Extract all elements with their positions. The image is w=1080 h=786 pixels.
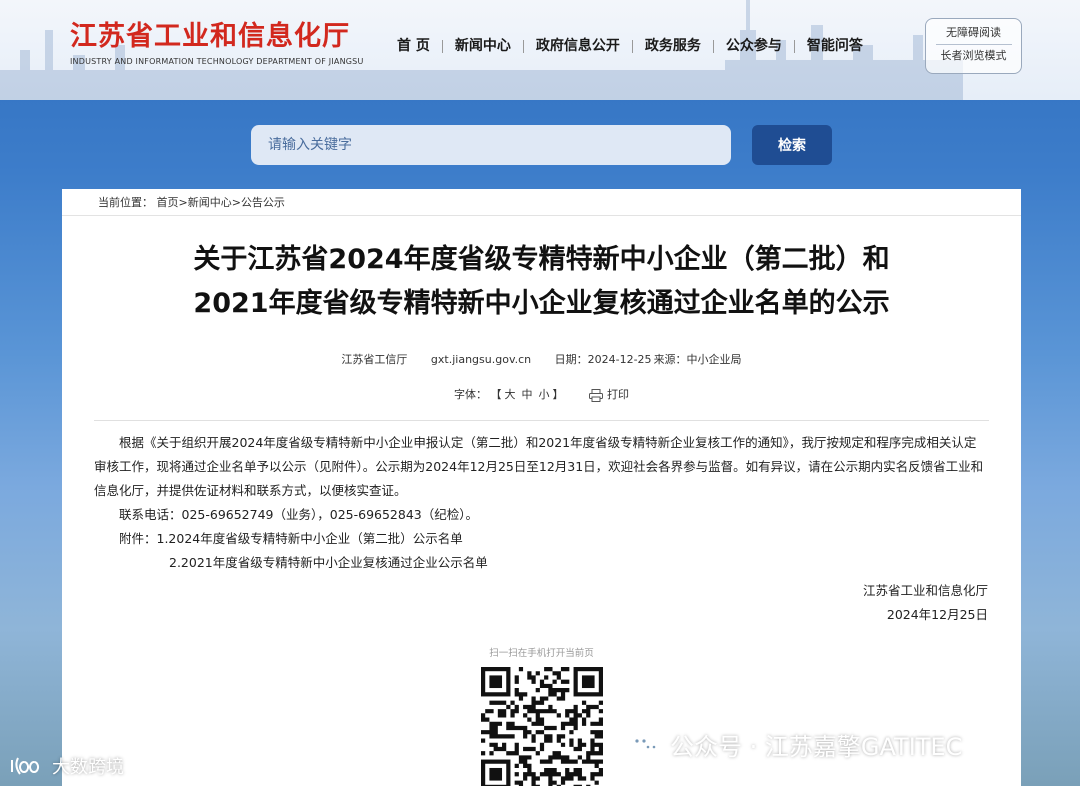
wechat-watermark: 公众号 · 江苏嘉擎GATITEC	[628, 727, 962, 762]
article-meta: 江苏省工信厅 gxt.jiangsu.gov.cn 日期：2024-12-25 来…	[62, 351, 1021, 367]
article-title: 关于江苏省2024年度省级专精特新中小企业（第二批）和 2021年度省级专精特新…	[62, 238, 1021, 326]
meta-divider	[94, 420, 989, 421]
breadcrumb-news-center[interactable]: 新闻中心	[188, 196, 232, 209]
site-logo[interactable]: 江苏省工业和信息化厅 INDUSTRY AND INFORMATION TECH…	[70, 20, 364, 66]
article-title-line1: 关于江苏省2024年度省级专精特新中小企业（第二批）和	[193, 244, 890, 275]
print-button[interactable]: 打印	[607, 388, 629, 401]
search-input[interactable]	[251, 125, 731, 165]
signature-org: 江苏省工业和信息化厅	[862, 583, 988, 598]
nav-smart-qa[interactable]: 智能问答	[795, 36, 875, 56]
font-small-button[interactable]: 小	[539, 388, 550, 401]
font-size-controls: 字体： 【大中小】 打印	[62, 386, 1021, 402]
qr-code	[480, 667, 603, 786]
wechat-watermark-text: 公众号 · 江苏嘉擎GATITEC	[670, 733, 963, 761]
attachment-2-link[interactable]: 2.2021年度省级专精特新中小企业复核通过企业公示名单	[94, 551, 984, 575]
accessibility-divider	[935, 44, 1012, 45]
article-signature: 江苏省工业和信息化厅 2024年12月25日	[62, 579, 1021, 627]
elder-mode-link[interactable]: 长者浏览模式	[926, 49, 1021, 63]
article-container: 当前位置： 首页>新闻中心>公告公示 关于江苏省2024年度省级专精特新中小企业…	[62, 189, 1021, 786]
qr-label: 扫一扫在手机打开当前页	[489, 648, 594, 659]
font-medium-button[interactable]: 中	[522, 388, 533, 401]
site-title-cn: 江苏省工业和信息化厅	[70, 21, 350, 52]
nav-news-center[interactable]: 新闻中心	[443, 36, 523, 56]
site-header: 江苏省工业和信息化厅 INDUSTRY AND INFORMATION TECH…	[0, 0, 1080, 100]
barrier-free-reading-link[interactable]: 无障碍阅读	[926, 26, 1021, 40]
font-bracket-open: 【	[490, 388, 502, 401]
brand-logo-icon	[11, 757, 40, 775]
search-button[interactable]: 检索	[752, 125, 832, 165]
signature-date: 2024年12月25日	[886, 607, 988, 622]
main-nav: 首 页 新闻中心 政府信息公开 政务服务 公众参与 智能问答	[385, 36, 875, 56]
article-site: gxt.jiangsu.gov.cn	[430, 353, 532, 366]
nav-home[interactable]: 首 页	[385, 36, 442, 56]
article-paragraph: 根据《关于组织开展2024年度省级专精特新中小企业申报认定（第二批）和2021年…	[94, 435, 984, 498]
breadcrumb-announcements[interactable]: 公告公示	[241, 196, 285, 209]
article-date: 日期：2024-12-25	[554, 353, 652, 366]
contact-phone: 联系电话：025-69652749（业务），025-69652843（纪检）。	[119, 507, 478, 522]
breadcrumb-prefix: 当前位置：	[98, 196, 153, 209]
font-large-button[interactable]: 大	[505, 388, 516, 401]
nav-gov-services[interactable]: 政务服务	[633, 36, 713, 56]
article-body: 根据《关于组织开展2024年度省级专精特新中小企业申报认定（第二批）和2021年…	[62, 431, 1021, 575]
breadcrumb-sep: >	[231, 196, 241, 209]
article-publisher: 江苏省工信厅	[341, 353, 408, 366]
font-bracket-close: 】	[552, 388, 564, 401]
breadcrumb-sep: >	[178, 196, 188, 209]
corner-watermark: 大数跨境	[10, 753, 124, 779]
breadcrumb: 当前位置： 首页>新闻中心>公告公示	[62, 189, 1021, 216]
nav-gov-info[interactable]: 政府信息公开	[524, 36, 632, 56]
article-title-line2: 2021年度省级专精特新中小企业复核通过企业名单的公示	[193, 288, 890, 319]
wechat-icon	[629, 732, 661, 756]
accessibility-panel: 无障碍阅读 长者浏览模式	[925, 18, 1022, 74]
font-size-label: 字体：	[454, 388, 487, 401]
breadcrumb-home[interactable]: 首页	[157, 196, 179, 209]
corner-watermark-text: 大数跨境	[52, 757, 124, 778]
nav-public-participation[interactable]: 公众参与	[714, 36, 794, 56]
article-source: 来源：中小企业局	[653, 353, 742, 366]
site-title-en: INDUSTRY AND INFORMATION TECHNOLOGY DEPA…	[70, 57, 364, 66]
attachment-1-link[interactable]: 附件：1.2024年度省级专精特新中小企业（第二批）公示名单	[94, 527, 984, 551]
printer-icon[interactable]	[589, 388, 603, 402]
